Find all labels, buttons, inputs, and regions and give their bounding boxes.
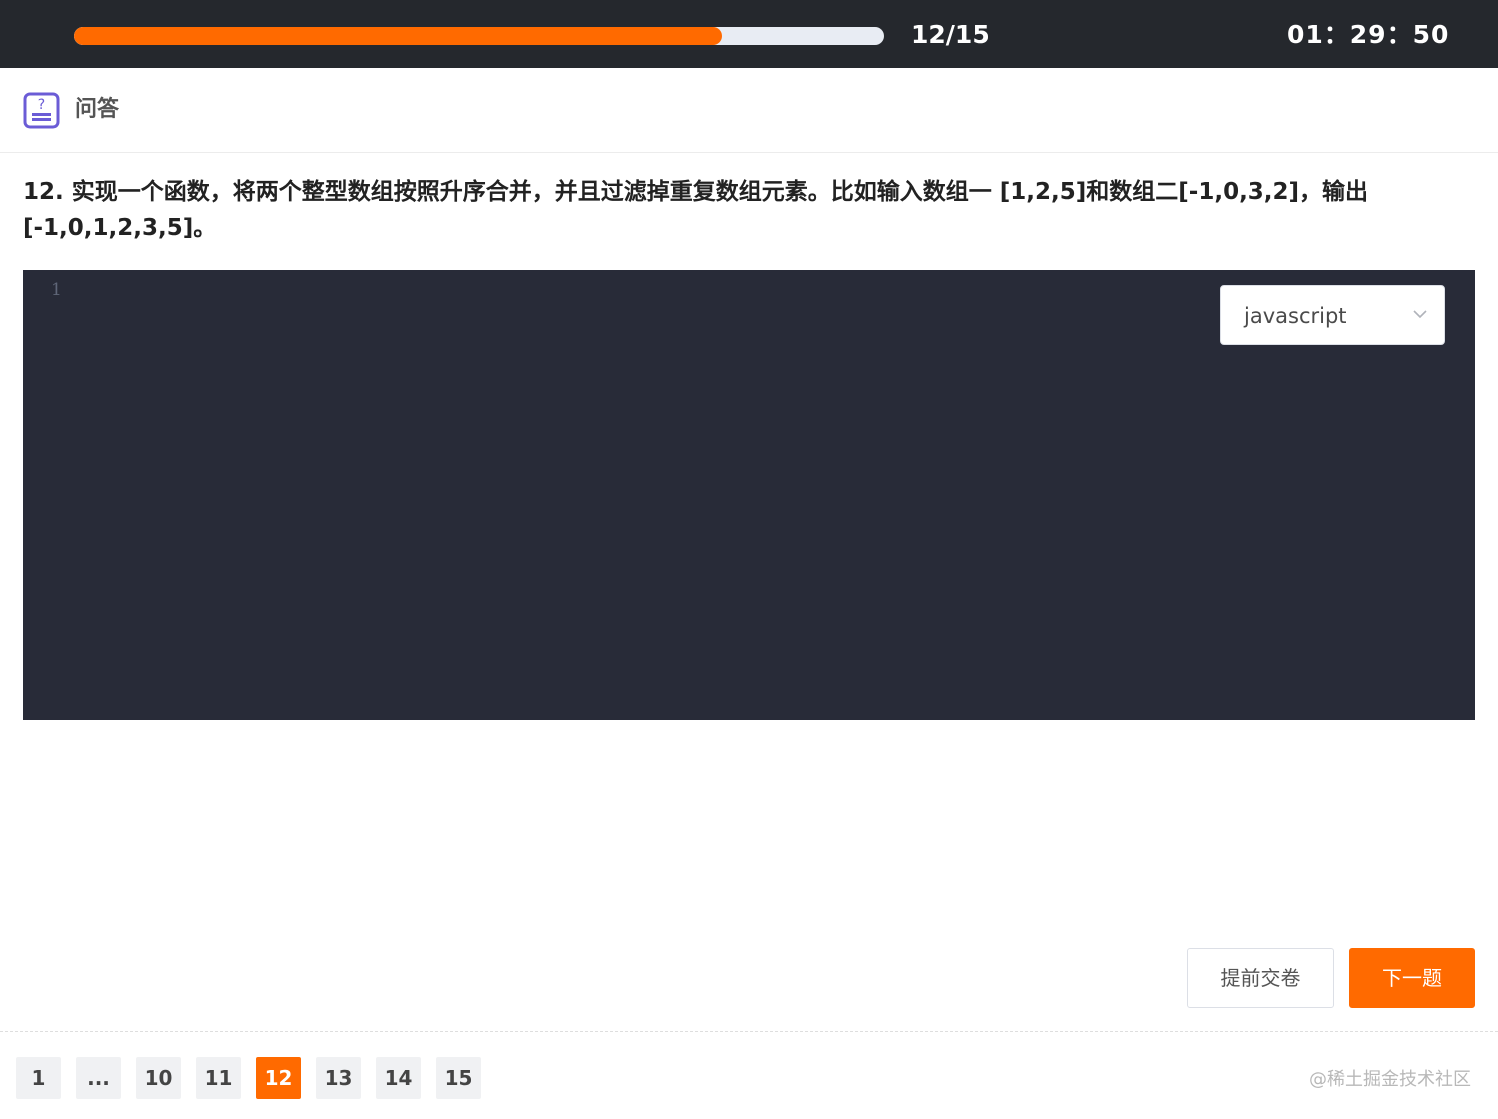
progress-bar xyxy=(74,27,884,45)
page-button-15[interactable]: 15 xyxy=(436,1057,481,1099)
language-select[interactable]: javascript xyxy=(1220,285,1445,345)
language-value: javascript xyxy=(1244,304,1347,328)
progress-count: 12/15 xyxy=(911,20,990,49)
section-label: 问答 xyxy=(75,97,120,122)
question-icon: ? xyxy=(23,92,60,129)
code-editor[interactable]: 1 javascript xyxy=(23,270,1475,720)
watermark: @稀土掘金技术社区 xyxy=(1309,1069,1471,1090)
divider xyxy=(0,1031,1498,1032)
section-header: ? 问答 xyxy=(0,68,1498,153)
page-button-13[interactable]: 13 xyxy=(316,1057,361,1099)
top-bar: 12/15 01：29：50 xyxy=(0,0,1498,68)
line-number: 1 xyxy=(51,280,62,300)
page-button-11[interactable]: 11 xyxy=(196,1057,241,1099)
question-text: 12. 实现一个函数，将两个整型数组按照升序合并，并且过滤掉重复数组元素。比如输… xyxy=(23,179,1369,241)
submit-early-button[interactable]: 提前交卷 xyxy=(1187,948,1334,1008)
next-question-button[interactable]: 下一题 xyxy=(1349,948,1475,1008)
page-button-14[interactable]: 14 xyxy=(376,1057,421,1099)
page-button-ellipsis[interactable]: ... xyxy=(76,1057,121,1099)
progress-bar-fill xyxy=(74,27,722,45)
svg-text:?: ? xyxy=(38,97,45,113)
page-button-10[interactable]: 10 xyxy=(136,1057,181,1099)
chevron-down-icon xyxy=(1413,310,1427,319)
page-button-12[interactable]: 12 xyxy=(256,1057,301,1099)
page-button-1[interactable]: 1 xyxy=(16,1057,61,1099)
countdown-timer: 01：29：50 xyxy=(1287,20,1450,49)
